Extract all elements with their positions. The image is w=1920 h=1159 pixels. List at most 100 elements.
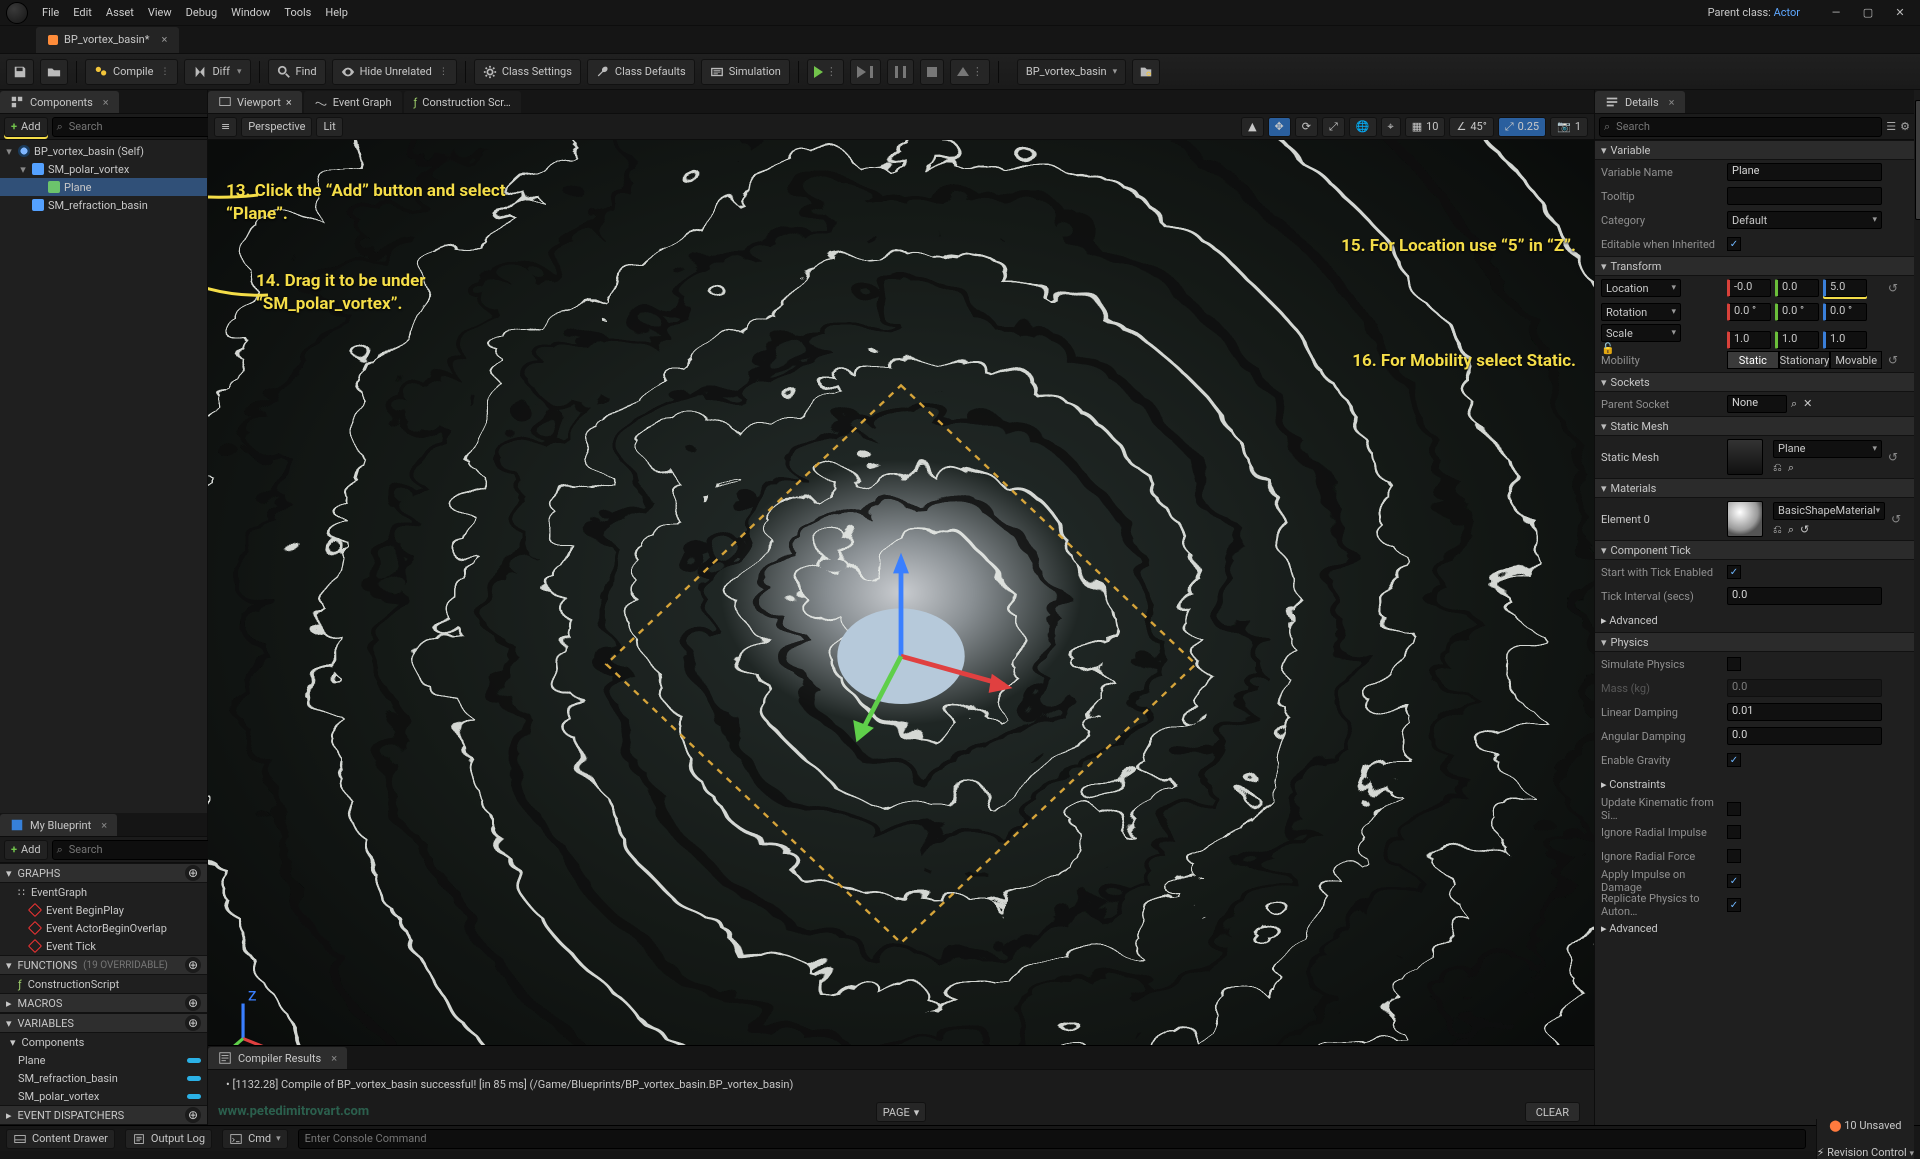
reset-icon[interactable]: ↺ [1888,450,1908,464]
location-y-input[interactable]: 0.0 [1775,279,1819,297]
rotation-mode-select[interactable]: Rotation▾ [1601,303,1681,321]
angle-snap-value[interactable]: ∠ 45° [1449,117,1493,137]
gear-icon[interactable]: ⚙ [1900,120,1910,133]
compiler-results-tab[interactable]: Compiler Results× [208,1047,347,1069]
menu-asset[interactable]: Asset [106,6,134,19]
menu-edit[interactable]: Edit [73,6,92,19]
add-icon[interactable]: ⊕ [185,865,201,881]
variable-refraction[interactable]: SM_refraction_basin [0,1069,207,1087]
scrollbar-thumb[interactable] [1915,100,1920,220]
close-icon[interactable]: × [286,96,292,109]
add-icon[interactable]: ⊕ [185,1015,201,1031]
location-x-input[interactable]: -0.0 [1727,279,1771,297]
simulation-button[interactable]: Simulation [701,59,790,85]
function-constructionscript[interactable]: ƒConstructionScript [0,975,207,993]
material-thumbnail[interactable] [1727,501,1763,537]
clear-button[interactable]: CLEAR [1525,1102,1580,1122]
viewport-options-button[interactable]: ≡ [214,117,237,137]
components-tab[interactable]: Components× [0,91,119,113]
add-icon[interactable]: ⊕ [185,1107,201,1123]
reset-icon[interactable]: ↺ [1888,281,1908,295]
browse-to-icon[interactable]: ⌕ [1788,523,1794,537]
mobility-selector[interactable]: Static Stationary Movable [1727,351,1882,369]
ignore-radial-force-checkbox[interactable] [1727,849,1741,863]
perspective-button[interactable]: Perspective [241,117,312,137]
diff-button[interactable]: Diff▾ [184,59,250,85]
hide-unrelated-button[interactable]: Hide Unrelated⋮ [332,59,457,85]
category-select[interactable]: Default▾ [1727,211,1882,229]
tick-interval-input[interactable]: 0.0 [1727,587,1882,605]
group-materials[interactable]: ▾Materials [1595,478,1914,498]
console-input[interactable]: Enter Console Command [298,1129,1806,1149]
menu-help[interactable]: Help [325,6,348,19]
close-icon[interactable]: × [161,33,167,46]
mobility-stationary[interactable]: Stationary [1779,351,1831,369]
content-drawer-button[interactable]: Content Drawer [6,1129,115,1149]
tooltip-input[interactable] [1727,187,1882,205]
component-row-self[interactable]: ▾BP_vortex_basin (Self) [0,142,207,160]
browse-button[interactable] [40,59,68,85]
pause-button[interactable] [887,59,914,85]
start-tick-checkbox[interactable] [1727,565,1741,579]
camera-speed-value[interactable]: 📷 1 [1550,117,1588,137]
scale-snap-value[interactable]: ⤢ 0.25 [1498,117,1546,137]
location-z-input[interactable]: 5.0 [1823,279,1867,297]
scale-mode-button[interactable]: ⤢ [1322,117,1345,137]
debug-object-selector[interactable]: BP_vortex_basin▾ [1017,59,1126,85]
group-transform[interactable]: ▾Transform [1595,256,1914,276]
enable-gravity-checkbox[interactable] [1727,753,1741,767]
add-blueprint-button[interactable]: +Add [4,840,48,860]
component-row-plane[interactable]: Plane [0,178,207,196]
viewport[interactable]: z x y 13. Click the “Add” button and sel… [208,140,1594,1045]
component-tick-advanced[interactable]: ▸ Advanced [1595,608,1914,632]
window-close-icon[interactable]: ✕ [1886,4,1914,22]
section-macros[interactable]: ▸MACROS⊕ [0,993,207,1013]
editable-checkbox[interactable] [1727,237,1741,251]
section-variables[interactable]: ▾VARIABLES⊕ [0,1013,207,1033]
components-search-input[interactable] [67,119,211,134]
browse-to-icon[interactable]: ⌕ [1788,461,1794,475]
rotation-x-input[interactable]: 0.0 ° [1727,303,1771,321]
window-maximize-icon[interactable]: ▢ [1854,4,1882,22]
class-defaults-button[interactable]: Class Defaults [587,59,695,85]
variable-group-components[interactable]: ▾Components [0,1033,207,1051]
component-row-refraction-basin[interactable]: SM_refraction_basin [0,196,207,214]
details-scrollbar[interactable] [1914,90,1920,1125]
compile-button[interactable]: Compile⋮ [85,59,178,85]
group-sockets[interactable]: ▾Sockets [1595,372,1914,392]
class-settings-button[interactable]: Class Settings [474,59,581,85]
mobility-static[interactable]: Static [1727,351,1779,369]
details-search-input[interactable] [1614,119,1877,134]
update-kinematic-checkbox[interactable] [1727,802,1741,816]
group-physics[interactable]: ▾Physics [1595,632,1914,652]
close-icon[interactable]: × [103,96,109,109]
reset-icon[interactable]: ↺ [1891,512,1911,526]
component-row-polar-vortex[interactable]: ▾SM_polar_vortex [0,160,207,178]
section-dispatchers[interactable]: ▸EVENT DISPATCHERS⊕ [0,1105,207,1125]
scale-z-input[interactable]: 1.0 [1823,331,1867,349]
static-mesh-select[interactable]: Plane▾ [1773,440,1882,458]
linear-damping-input[interactable]: 0.01 [1727,703,1882,721]
unsaved-indicator[interactable]: ⬤ 10 Unsaved [1829,1119,1901,1132]
apply-impulse-checkbox[interactable] [1727,874,1741,888]
event-beginplay[interactable]: Event BeginPlay [0,901,207,919]
physics-advanced[interactable]: ▸ Advanced [1595,916,1914,940]
details-search[interactable]: ⌕ [1599,117,1882,137]
simulate-physics-checkbox[interactable] [1727,657,1741,671]
browse-icon[interactable]: ⌕ [1791,397,1797,411]
event-actorbeginoverlap[interactable]: Event ActorBeginOverlap [0,919,207,937]
save-button[interactable] [6,59,34,85]
cmd-selector[interactable]: Cmd▾ [222,1129,288,1149]
mobility-movable[interactable]: Movable [1830,351,1882,369]
stop-button[interactable]: ⋮ [950,59,990,85]
angular-damping-input[interactable]: 0.0 [1727,727,1882,745]
close-icon[interactable]: × [101,819,107,832]
menu-view[interactable]: View [148,6,172,19]
window-minimize-icon[interactable]: — [1822,4,1850,22]
my-blueprint-search[interactable]: ⌕ [52,840,216,860]
add-component-button[interactable]: + Add [4,117,48,137]
variable-polar[interactable]: SM_polar_vortex [0,1087,207,1105]
menu-tools[interactable]: Tools [284,6,311,19]
add-icon[interactable]: ⊕ [185,995,201,1011]
group-static-mesh[interactable]: ▾Static Mesh [1595,416,1914,436]
